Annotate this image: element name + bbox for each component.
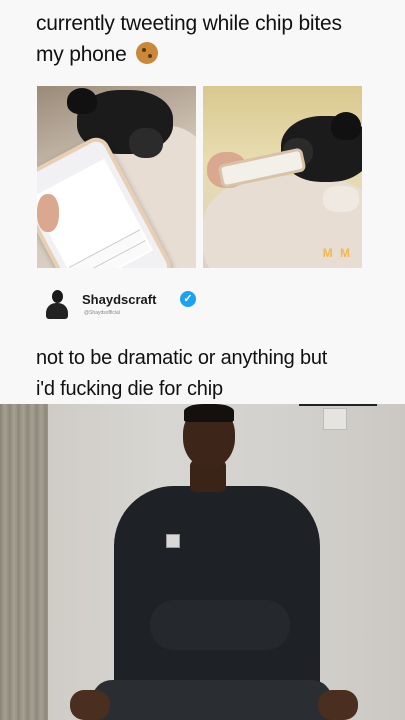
photo-dog-biting-phone <box>37 86 196 268</box>
man-shorts <box>92 680 332 720</box>
photo-watermark: M M <box>322 246 352 260</box>
dog-snout <box>129 128 163 158</box>
photo-dog-looking-at-phone: M M <box>203 86 362 268</box>
tweet-text-line-2: i'd fucking die for chip <box>36 378 223 400</box>
meme-caption: currently tweeting while chip bites my p… <box>36 8 376 70</box>
meme-image: currently tweeting while chip bites my p… <box>0 0 405 404</box>
shelf-edge <box>299 404 377 406</box>
hand <box>37 194 59 232</box>
tweet-author-name: Shaydscraft <box>82 292 157 307</box>
cookie-icon <box>136 42 159 64</box>
tweet-text: not to be dramatic or anything but i'd f… <box>36 343 386 405</box>
avatar-body <box>46 303 68 319</box>
dog-ear <box>331 112 361 140</box>
verified-badge-icon: ✓ <box>180 291 196 307</box>
wall-switch <box>323 408 347 430</box>
crossed-arms <box>150 600 290 650</box>
sweater-label-patch <box>166 534 180 548</box>
caption-line-1: currently tweeting while chip bites <box>36 12 342 35</box>
tweet-text-line-1: not to be dramatic or anything but <box>36 347 328 369</box>
man-leg-left <box>70 690 110 720</box>
avatar-head <box>52 290 63 303</box>
avatar <box>44 290 70 320</box>
tweet-handle: @Shaydsofficial <box>84 310 120 316</box>
curtain <box>0 404 48 720</box>
man-leg-right <box>318 690 358 720</box>
dog-ear <box>67 88 97 114</box>
caption-line-2: my phone <box>36 43 127 66</box>
man-hair <box>184 404 234 422</box>
paw <box>323 186 359 212</box>
